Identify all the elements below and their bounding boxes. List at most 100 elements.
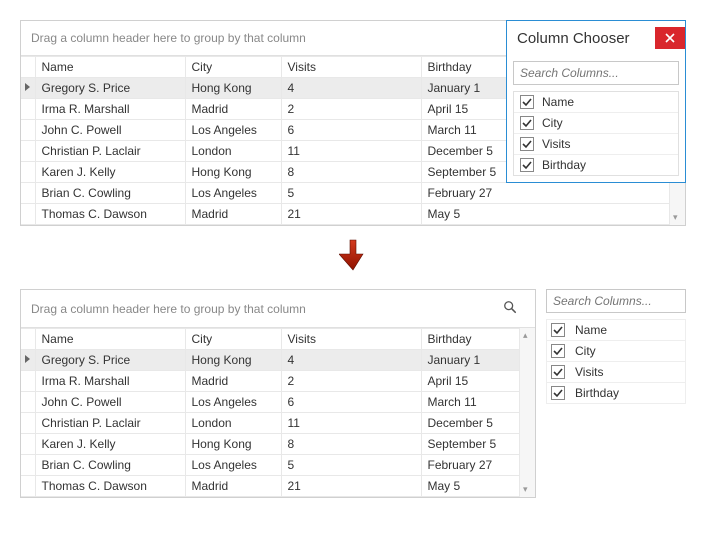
cell-name[interactable]: John C. Powell — [35, 120, 185, 141]
checkbox[interactable] — [551, 386, 565, 400]
cell-city[interactable]: Los Angeles — [185, 392, 281, 413]
search-icon[interactable] — [503, 300, 525, 317]
cell-city[interactable]: Madrid — [185, 204, 281, 225]
cell-name[interactable]: Irma R. Marshall — [35, 371, 185, 392]
column-chooser-search-input[interactable] — [546, 289, 686, 313]
column-chooser-item[interactable]: City — [514, 113, 678, 134]
cell-visits[interactable]: 4 — [281, 78, 421, 99]
cell-birthday[interactable]: May 5 — [421, 204, 669, 225]
column-header-city[interactable]: City — [185, 329, 281, 350]
column-chooser-item[interactable]: Name — [546, 319, 686, 341]
cell-city[interactable]: Hong Kong — [185, 162, 281, 183]
cell-name[interactable]: Gregory S. Price — [35, 78, 185, 99]
column-header-birthday[interactable]: Birthday — [421, 329, 519, 350]
cell-name[interactable]: Thomas C. Dawson — [35, 204, 185, 225]
table-row[interactable]: Christian P. LaclairLondon11December 5 — [21, 413, 519, 434]
cell-visits[interactable]: 5 — [281, 183, 421, 204]
column-chooser-search-input[interactable] — [513, 61, 679, 85]
column-chooser-item[interactable]: Birthday — [514, 155, 678, 175]
checkbox[interactable] — [520, 95, 534, 109]
data-grid-top: Drag a column header here to group by th… — [20, 20, 686, 226]
scroll-down-icon[interactable]: ▾ — [523, 484, 528, 495]
table-row[interactable]: Thomas C. DawsonMadrid21May 5 — [21, 476, 519, 497]
cell-city[interactable]: Los Angeles — [185, 183, 281, 204]
table-row[interactable]: John C. PowellLos Angeles6March 11 — [21, 392, 519, 413]
cell-name[interactable]: Christian P. Laclair — [35, 141, 185, 162]
cell-city[interactable]: Madrid — [185, 476, 281, 497]
table-row[interactable]: Irma R. MarshallMadrid2April 15 — [21, 371, 519, 392]
cell-birthday[interactable]: February 27 — [421, 455, 519, 476]
cell-visits[interactable]: 11 — [281, 413, 421, 434]
grid-body-bottom: Gregory S. PriceHong Kong4January 1Irma … — [21, 350, 519, 497]
column-chooser-item[interactable]: Visits — [514, 134, 678, 155]
cell-visits[interactable]: 5 — [281, 455, 421, 476]
cell-city[interactable]: Hong Kong — [185, 434, 281, 455]
column-header-name[interactable]: Name — [35, 329, 185, 350]
cell-birthday[interactable]: March 11 — [421, 392, 519, 413]
checkbox[interactable] — [520, 137, 534, 151]
cell-city[interactable]: London — [185, 413, 281, 434]
close-button[interactable] — [655, 27, 685, 49]
cell-name[interactable]: Thomas C. Dawson — [35, 476, 185, 497]
cell-city[interactable]: Los Angeles — [185, 120, 281, 141]
cell-birthday[interactable]: September 5 — [421, 434, 519, 455]
table-row[interactable]: Thomas C. DawsonMadrid21May 5 — [21, 204, 669, 225]
table-row[interactable]: Brian C. CowlingLos Angeles5February 27 — [21, 183, 669, 204]
cell-birthday[interactable]: January 1 — [421, 350, 519, 371]
cell-city[interactable]: Hong Kong — [185, 78, 281, 99]
row-indicator — [21, 204, 35, 225]
cell-visits[interactable]: 8 — [281, 162, 421, 183]
scroll-down-icon[interactable]: ▾ — [673, 212, 678, 223]
checkbox[interactable] — [520, 158, 534, 172]
cell-visits[interactable]: 21 — [281, 204, 421, 225]
cell-city[interactable]: Hong Kong — [185, 350, 281, 371]
table-row[interactable]: Gregory S. PriceHong Kong4January 1 — [21, 350, 519, 371]
cell-city[interactable]: London — [185, 141, 281, 162]
cell-visits[interactable]: 21 — [281, 476, 421, 497]
cell-name[interactable]: Brian C. Cowling — [35, 183, 185, 204]
column-header-visits[interactable]: Visits — [281, 57, 421, 78]
column-chooser-item[interactable]: City — [546, 340, 686, 362]
column-chooser-list: NameCityVisitsBirthday — [513, 91, 679, 176]
cell-name[interactable]: Brian C. Cowling — [35, 455, 185, 476]
column-header-visits[interactable]: Visits — [281, 329, 421, 350]
column-chooser-inline: NameCityVisitsBirthday — [546, 289, 686, 403]
column-chooser-list: NameCityVisitsBirthday — [546, 319, 686, 404]
cell-birthday[interactable]: April 15 — [421, 371, 519, 392]
cell-name[interactable]: Gregory S. Price — [35, 350, 185, 371]
column-chooser-item[interactable]: Birthday — [546, 382, 686, 404]
cell-birthday[interactable]: May 5 — [421, 476, 519, 497]
cell-visits[interactable]: 4 — [281, 350, 421, 371]
cell-name[interactable]: Karen J. Kelly — [35, 162, 185, 183]
cell-visits[interactable]: 8 — [281, 434, 421, 455]
column-chooser-header[interactable]: Column Chooser — [507, 21, 685, 55]
table-row[interactable]: Brian C. CowlingLos Angeles5February 27 — [21, 455, 519, 476]
group-panel[interactable]: Drag a column header here to group by th… — [21, 290, 535, 328]
cell-name[interactable]: Karen J. Kelly — [35, 434, 185, 455]
checkbox[interactable] — [551, 365, 565, 379]
data-grid-bottom: Drag a column header here to group by th… — [20, 289, 536, 498]
checkbox[interactable] — [520, 116, 534, 130]
column-header-name[interactable]: Name — [35, 57, 185, 78]
cell-name[interactable]: Irma R. Marshall — [35, 99, 185, 120]
column-header-city[interactable]: City — [185, 57, 281, 78]
vertical-scrollbar[interactable]: ▴ ▾ — [519, 328, 535, 497]
column-chooser-item[interactable]: Visits — [546, 361, 686, 383]
table-row[interactable]: Karen J. KellyHong Kong8September 5 — [21, 434, 519, 455]
cell-name[interactable]: Christian P. Laclair — [35, 413, 185, 434]
checkbox[interactable] — [551, 323, 565, 337]
cell-visits[interactable]: 6 — [281, 120, 421, 141]
cell-visits[interactable]: 2 — [281, 371, 421, 392]
cell-city[interactable]: Madrid — [185, 371, 281, 392]
cell-visits[interactable]: 11 — [281, 141, 421, 162]
scroll-up-icon[interactable]: ▴ — [523, 330, 528, 341]
cell-visits[interactable]: 2 — [281, 99, 421, 120]
cell-name[interactable]: John C. Powell — [35, 392, 185, 413]
checkbox[interactable] — [551, 344, 565, 358]
cell-birthday[interactable]: December 5 — [421, 413, 519, 434]
cell-city[interactable]: Madrid — [185, 99, 281, 120]
cell-city[interactable]: Los Angeles — [185, 455, 281, 476]
cell-birthday[interactable]: February 27 — [421, 183, 669, 204]
column-chooser-item[interactable]: Name — [514, 92, 678, 113]
cell-visits[interactable]: 6 — [281, 392, 421, 413]
